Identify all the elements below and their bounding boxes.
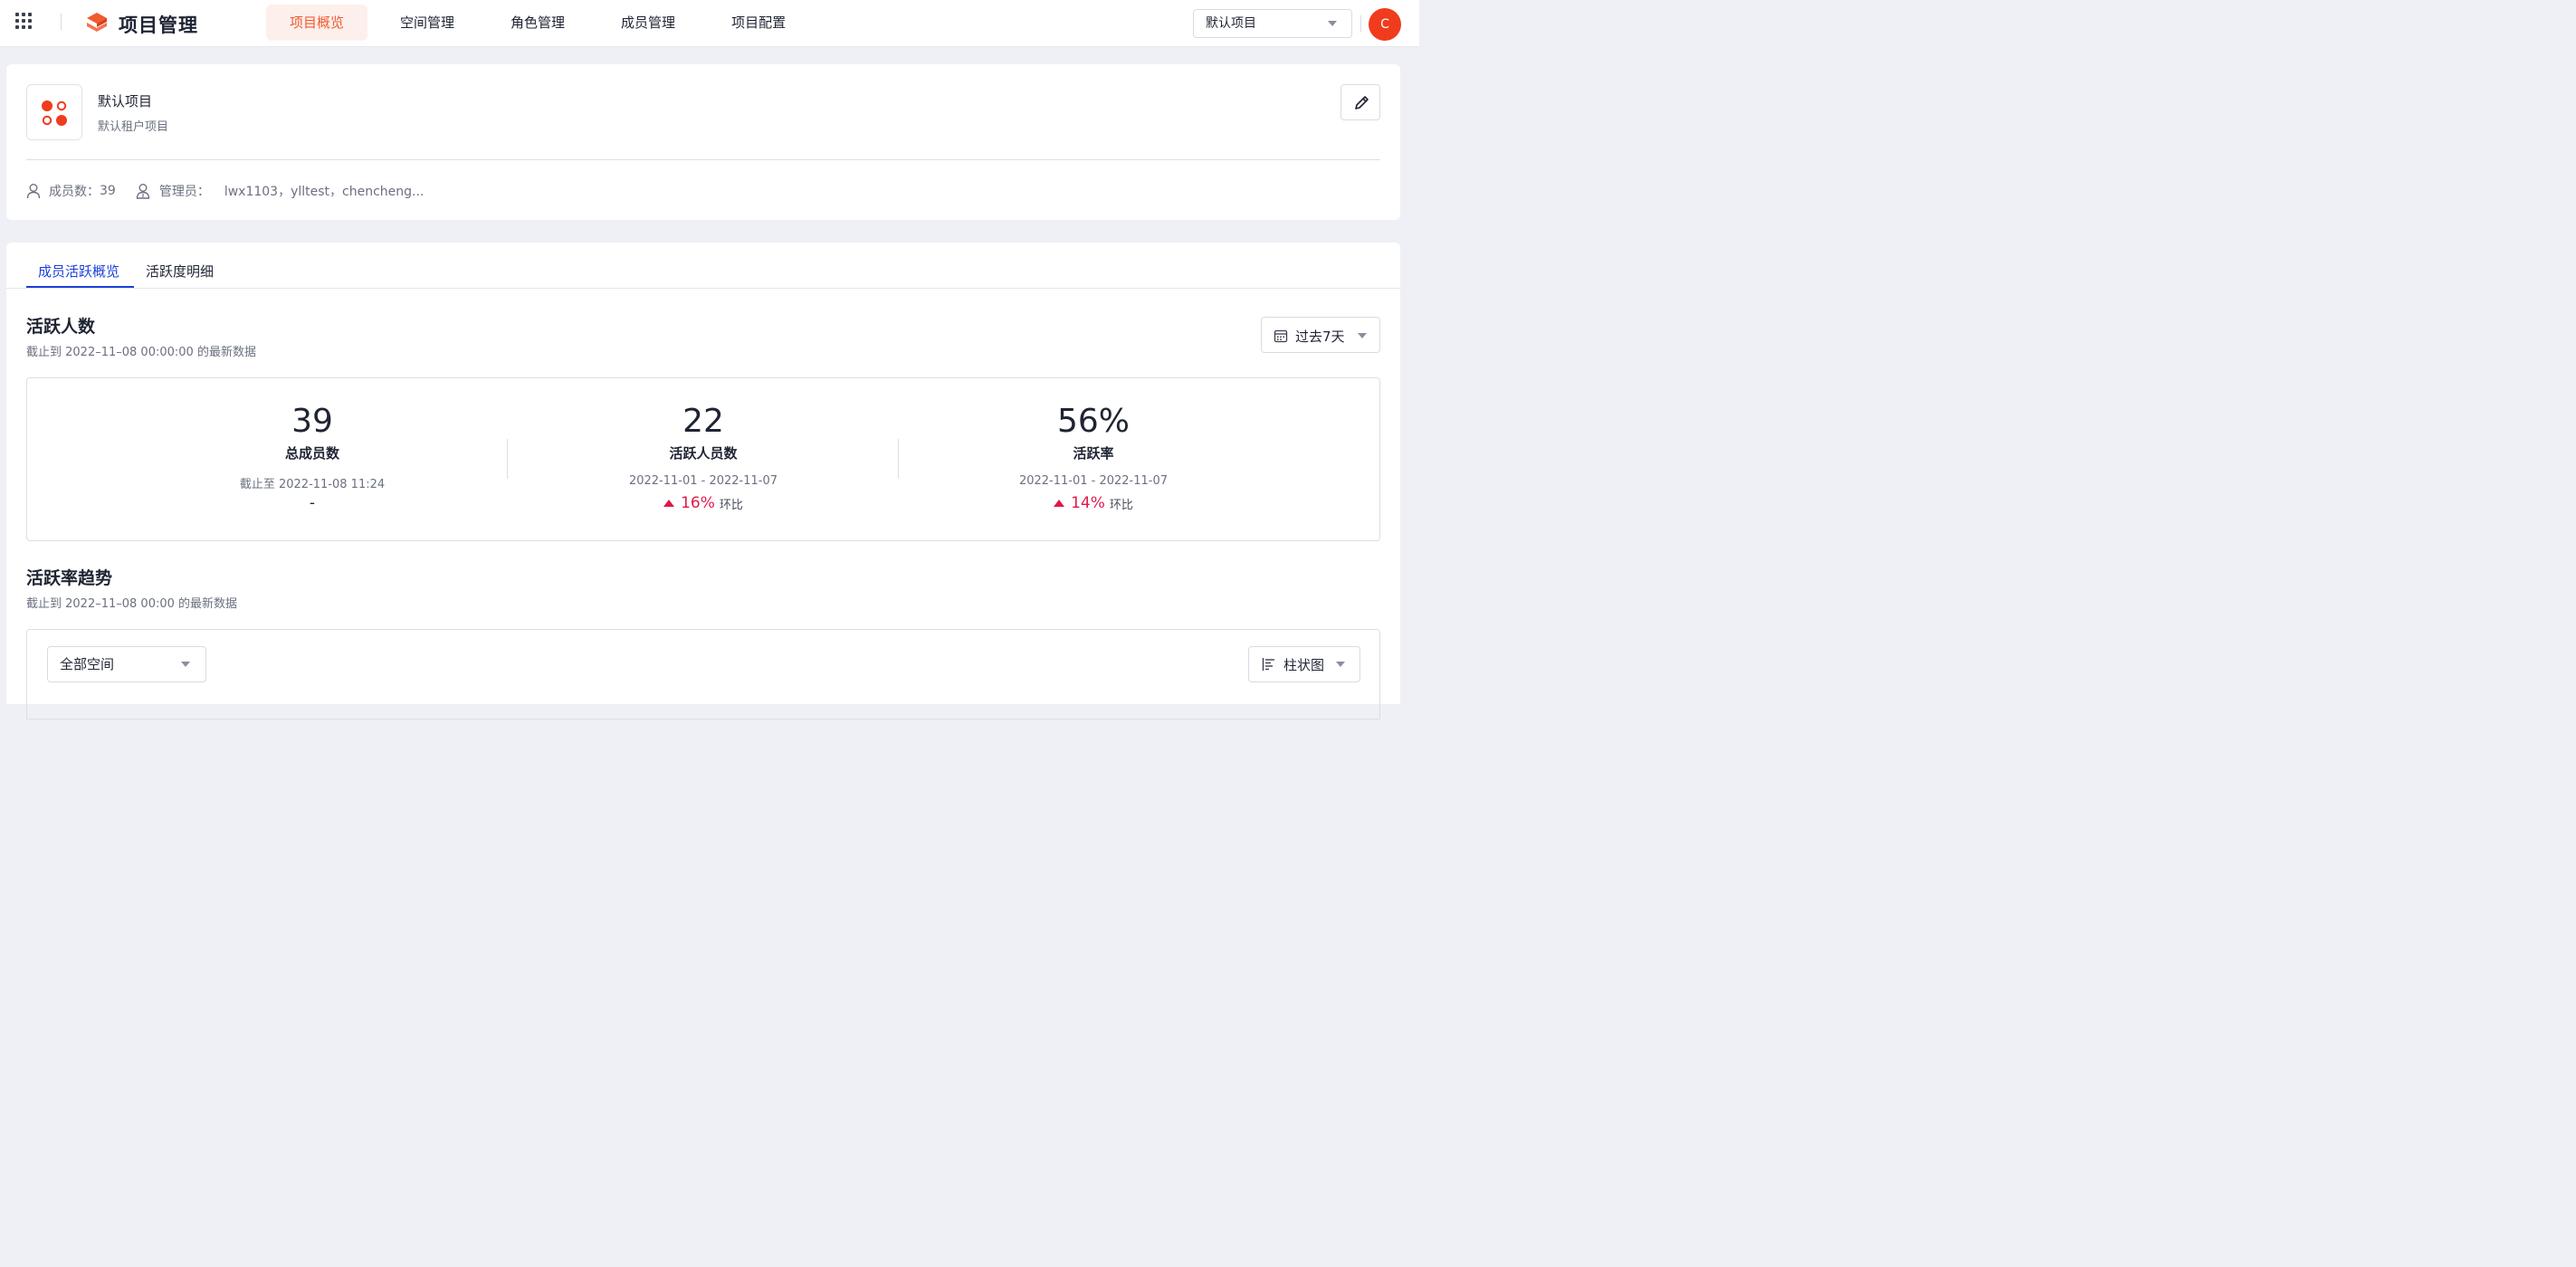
date-range-select[interactable]: 过去7天	[1261, 317, 1380, 353]
project-icon	[26, 84, 82, 140]
project-info-card: 默认项目 默认租户项目 成员数： 39 管理员： lwx1103，ylltest…	[6, 64, 1400, 220]
stat-change-label: 环比	[1109, 498, 1133, 512]
tab-member-activity-overview[interactable]: 成员活跃概览	[38, 262, 119, 281]
brand-title: 项目管理	[119, 14, 198, 36]
arrow-up-icon	[663, 500, 675, 507]
project-name: 默认项目	[98, 93, 153, 110]
divider	[26, 159, 1380, 160]
edit-project-button[interactable]	[1340, 84, 1380, 120]
stat-label: 总成员数	[284, 445, 339, 462]
user-avatar[interactable]: C	[1369, 8, 1401, 41]
stat-change: 14% 环比	[899, 494, 1288, 512]
divider	[61, 14, 62, 30]
trend-title: 活跃率趋势	[26, 568, 113, 588]
top-nav-bar: 项目管理 项目概览 空间管理 角色管理 成员管理 项目配置 默认项目 C	[0, 0, 1419, 47]
chevron-down-icon	[1358, 333, 1367, 338]
app-grid-icon[interactable]	[15, 13, 32, 29]
project-select[interactable]: 默认项目	[1193, 9, 1352, 38]
members-label: 成员数：	[49, 185, 100, 199]
stat-change: -	[118, 494, 507, 512]
nav-space-management[interactable]: 空间管理	[377, 5, 478, 41]
admins-label: 管理员：	[158, 185, 210, 199]
arrow-up-icon	[1054, 500, 1065, 507]
chevron-down-icon	[1336, 662, 1345, 667]
main-nav: 项目概览 空间管理 角色管理 成员管理 项目配置	[266, 5, 818, 41]
chart-type-value: 柱状图	[1283, 657, 1325, 673]
divider	[1360, 15, 1361, 32]
stat-label: 活跃率	[1073, 445, 1114, 462]
project-description: 默认租户项目	[98, 120, 169, 134]
stat-change-label: 环比	[719, 498, 743, 512]
user-icon	[26, 184, 41, 199]
nav-role-management[interactable]: 角色管理	[487, 5, 588, 41]
date-range-value: 过去7天	[1295, 329, 1345, 345]
space-select-value: 全部空间	[60, 656, 115, 672]
nav-project-overview[interactable]: 项目概览	[266, 5, 368, 41]
nav-member-management[interactable]: 成员管理	[597, 5, 699, 41]
bar-chart-icon	[1262, 658, 1274, 671]
stats-panel: 39 总成员数 截止至 2022-11-08 11:24 - 22 活跃人员数 …	[26, 377, 1380, 541]
stat-value: 39	[291, 403, 333, 440]
chevron-down-icon	[1328, 21, 1337, 26]
pencil-icon	[1355, 96, 1369, 110]
members-count: 39	[100, 184, 116, 198]
active-tab-indicator	[26, 286, 134, 288]
project-dots-icon	[42, 100, 67, 126]
admin-icon	[136, 184, 150, 199]
stat-change: 16% 环比	[509, 494, 898, 512]
stat-value: 56%	[1056, 403, 1130, 440]
tab-activity-detail[interactable]: 活跃度明细	[146, 262, 214, 281]
overview-card: 成员活跃概览 活跃度明细 活跃人数 截止到 2022–11–08 00:00:0…	[6, 243, 1400, 719]
stat-label: 活跃人员数	[669, 445, 738, 462]
project-select-value: 默认项目	[1206, 16, 1256, 31]
calendar-icon	[1274, 329, 1288, 343]
active-users-title: 活跃人数	[26, 317, 96, 337]
chart-type-select[interactable]: 柱状图	[1248, 646, 1360, 682]
space-select[interactable]: 全部空间	[47, 646, 206, 682]
tab-bar: 成员活跃概览 活跃度明细	[6, 243, 1400, 289]
divider	[507, 439, 508, 479]
stat-range: 截止至 2022-11-08 11:24	[239, 478, 386, 491]
stat-change-percent: 14%	[1071, 494, 1105, 512]
trend-chart-panel: 全部空间 柱状图	[26, 629, 1380, 719]
admins-value: lwx1103，ylltest，chencheng...	[224, 185, 425, 199]
stat-change-value: -	[309, 494, 316, 512]
nav-project-config[interactable]: 项目配置	[708, 5, 809, 41]
active-users-subtitle: 截止到 2022–11–08 00:00:00 的最新数据	[26, 346, 256, 359]
chevron-down-icon	[181, 662, 190, 667]
brand-logo-icon	[87, 13, 107, 32]
project-meta: 成员数： 39 管理员： lwx1103，ylltest，chencheng..…	[26, 182, 424, 200]
trend-subtitle: 截止到 2022–11–08 00:00 的最新数据	[26, 597, 238, 611]
stat-value: 22	[682, 403, 724, 440]
stat-range: 2022-11-01 - 2022-11-07	[1018, 474, 1169, 488]
stat-range: 2022-11-01 - 2022-11-07	[628, 474, 778, 488]
stat-change-percent: 16%	[681, 494, 715, 512]
